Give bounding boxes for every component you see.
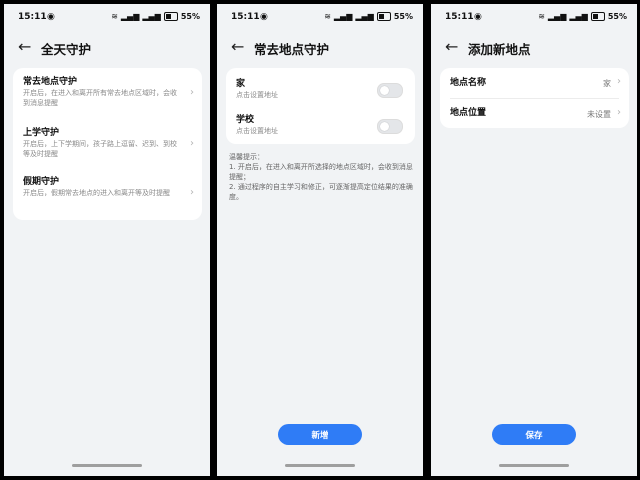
chevron-right-icon: › bbox=[190, 138, 194, 149]
battery-icon bbox=[590, 12, 605, 21]
title-bar: ← 全天守护 bbox=[4, 36, 210, 62]
screen-frequent-places: 15:11 ◉ ≋ ▂▄▆ ▂▄▆ 55% ← 常去地点守护 家 点击设置地址 … bbox=[217, 4, 423, 476]
places-card: 家 点击设置地址 学校 点击设置地址 bbox=[226, 68, 415, 144]
field-value: 未设置 bbox=[587, 110, 611, 119]
add-button[interactable]: 新增 bbox=[278, 424, 362, 445]
status-icons: ≋ ▂▄▆ ▂▄▆ 55% bbox=[538, 12, 627, 21]
place-item-school[interactable]: 学校 点击设置地址 bbox=[226, 112, 415, 140]
field-label: 地点名称 bbox=[450, 78, 487, 88]
screen-add-place: 15:11 ◉ ≋ ▂▄▆ ▂▄▆ 55% ← 添加新地点 地点名称 家 › 地… bbox=[431, 4, 637, 476]
option-title: 上学守护 bbox=[23, 128, 60, 138]
battery-icon bbox=[163, 12, 178, 21]
option-frequent-places[interactable]: 常去地点守护 开启后，在进入和离开所有常去地点区域时，会收到消息提醒 › bbox=[13, 74, 202, 120]
eye-icon: ◉ bbox=[47, 12, 55, 22]
status-time: 15:11 bbox=[231, 12, 260, 22]
signal-icon-2: ▂▄▆ bbox=[142, 12, 161, 21]
battery-percent: 55% bbox=[180, 12, 200, 21]
option-school-guard[interactable]: 上学守护 开启后，上下学期间，孩子路上逗留、迟到、到校等及时提醒 › bbox=[13, 125, 202, 171]
home-indicator bbox=[285, 464, 355, 467]
battery-percent: 55% bbox=[393, 12, 413, 21]
status-bar: 15:11 ◉ ≋ ▂▄▆ ▂▄▆ 55% bbox=[431, 4, 637, 28]
chevron-right-icon: › bbox=[617, 76, 621, 87]
field-value: 家 bbox=[603, 79, 611, 88]
chevron-right-icon: › bbox=[190, 87, 194, 98]
home-indicator bbox=[72, 464, 142, 467]
status-time: 15:11 bbox=[445, 12, 474, 22]
wifi-icon: ≋ bbox=[111, 12, 118, 21]
wifi-icon: ≋ bbox=[538, 12, 545, 21]
back-arrow-icon[interactable]: ← bbox=[231, 37, 244, 57]
option-title: 常去地点守护 bbox=[23, 77, 78, 87]
option-holiday-guard[interactable]: 假期守护 开启后，假期常去地点的进入和离开等及时提醒 › bbox=[13, 174, 202, 214]
title-bar: ← 添加新地点 bbox=[431, 36, 637, 62]
signal-icon: ▂▄▆ bbox=[120, 12, 140, 21]
page-title: 全天守护 bbox=[41, 42, 92, 57]
tips-text: 温馨提示： 1. 开启后，在进入和离开所选择的地点区域时，会收到消息提醒； 2.… bbox=[229, 152, 413, 202]
school-toggle[interactable] bbox=[377, 119, 403, 134]
status-bar: 15:11 ◉ ≋ ▂▄▆ ▂▄▆ 55% bbox=[4, 4, 210, 28]
page-title: 添加新地点 bbox=[468, 42, 531, 57]
status-icons: ≋ ▂▄▆ ▂▄▆ 55% bbox=[324, 12, 413, 21]
home-indicator bbox=[499, 464, 569, 467]
place-form-card: 地点名称 家 › 地点位置 未设置 › bbox=[440, 68, 629, 128]
page-title: 常去地点守护 bbox=[254, 42, 330, 57]
tips-line-1: 1. 开启后，在进入和离开所选择的地点区域时，会收到消息提醒； bbox=[229, 163, 413, 181]
status-time: 15:11 bbox=[18, 12, 47, 22]
save-button[interactable]: 保存 bbox=[492, 424, 576, 445]
back-arrow-icon[interactable]: ← bbox=[445, 37, 458, 57]
field-place-location[interactable]: 地点位置 未设置 › bbox=[440, 99, 629, 128]
title-bar: ← 常去地点守护 bbox=[217, 36, 423, 62]
option-title: 假期守护 bbox=[23, 177, 60, 187]
status-bar: 15:11 ◉ ≋ ▂▄▆ ▂▄▆ 55% bbox=[217, 4, 423, 28]
signal-icon-2: ▂▄▆ bbox=[355, 12, 374, 21]
tips-line-2: 2. 通过程序的自主学习和修正，可逐渐提高定位结果的准确度。 bbox=[229, 183, 413, 201]
screen-all-day-guard: 15:11 ◉ ≋ ▂▄▆ ▂▄▆ 55% ← 全天守护 常去地点守护 开启后，… bbox=[4, 4, 210, 476]
home-toggle[interactable] bbox=[377, 83, 403, 98]
place-item-home[interactable]: 家 点击设置地址 bbox=[226, 76, 415, 104]
field-place-name[interactable]: 地点名称 家 › bbox=[440, 68, 629, 98]
option-desc: 开启后，在进入和离开所有常去地点区域时，会收到消息提醒 bbox=[23, 89, 177, 107]
eye-icon: ◉ bbox=[260, 12, 268, 22]
option-desc: 开启后，假期常去地点的进入和离开等及时提醒 bbox=[23, 189, 170, 197]
signal-icon: ▂▄▆ bbox=[547, 12, 567, 21]
signal-icon: ▂▄▆ bbox=[333, 12, 353, 21]
battery-icon bbox=[376, 12, 391, 21]
option-desc: 开启后，上下学期间，孩子路上逗留、迟到、到校等及时提醒 bbox=[23, 140, 177, 158]
chevron-right-icon: › bbox=[190, 187, 194, 198]
back-arrow-icon[interactable]: ← bbox=[18, 37, 31, 57]
chevron-right-icon: › bbox=[617, 107, 621, 118]
status-icons: ≋ ▂▄▆ ▂▄▆ 55% bbox=[111, 12, 200, 21]
wifi-icon: ≋ bbox=[324, 12, 331, 21]
tips-heading: 温馨提示： bbox=[229, 153, 264, 161]
guard-options-card: 常去地点守护 开启后，在进入和离开所有常去地点区域时，会收到消息提醒 › 上学守… bbox=[13, 68, 202, 220]
eye-icon: ◉ bbox=[474, 12, 482, 22]
battery-percent: 55% bbox=[607, 12, 627, 21]
signal-icon-2: ▂▄▆ bbox=[569, 12, 588, 21]
